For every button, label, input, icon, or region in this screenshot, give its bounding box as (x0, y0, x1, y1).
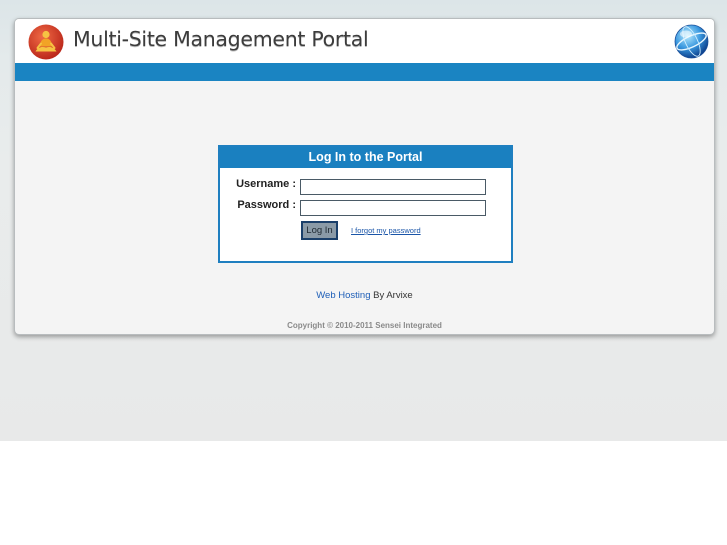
web-hosting-link[interactable]: Web Hosting (316, 290, 370, 301)
hosting-credit: Web Hosting By Arvixe (15, 290, 714, 301)
portal-header: Multi-Site Management Portal (15, 19, 714, 63)
password-label: Password : (237, 199, 296, 211)
password-input[interactable] (300, 200, 486, 216)
hosting-suffix: By Arvixe (370, 290, 413, 301)
globe-icon (674, 24, 709, 59)
username-label: Username : (236, 178, 296, 190)
forgot-password-link[interactable]: I forgot my password (351, 226, 421, 235)
login-title: Log In to the Portal (220, 147, 511, 168)
login-button[interactable]: Log In (301, 221, 338, 240)
copyright-text: Copyright © 2010-2011 Sensei Integrated (287, 321, 442, 330)
username-input[interactable] (300, 179, 486, 195)
portal-window: Multi-Site Management Portal Log In to t… (14, 18, 715, 335)
header-accent-bar (15, 63, 714, 81)
meditating-figure-icon (28, 24, 64, 60)
login-panel: Log In to the Portal Username : Password… (218, 145, 513, 263)
portal-title: Multi-Site Management Portal (73, 27, 369, 51)
